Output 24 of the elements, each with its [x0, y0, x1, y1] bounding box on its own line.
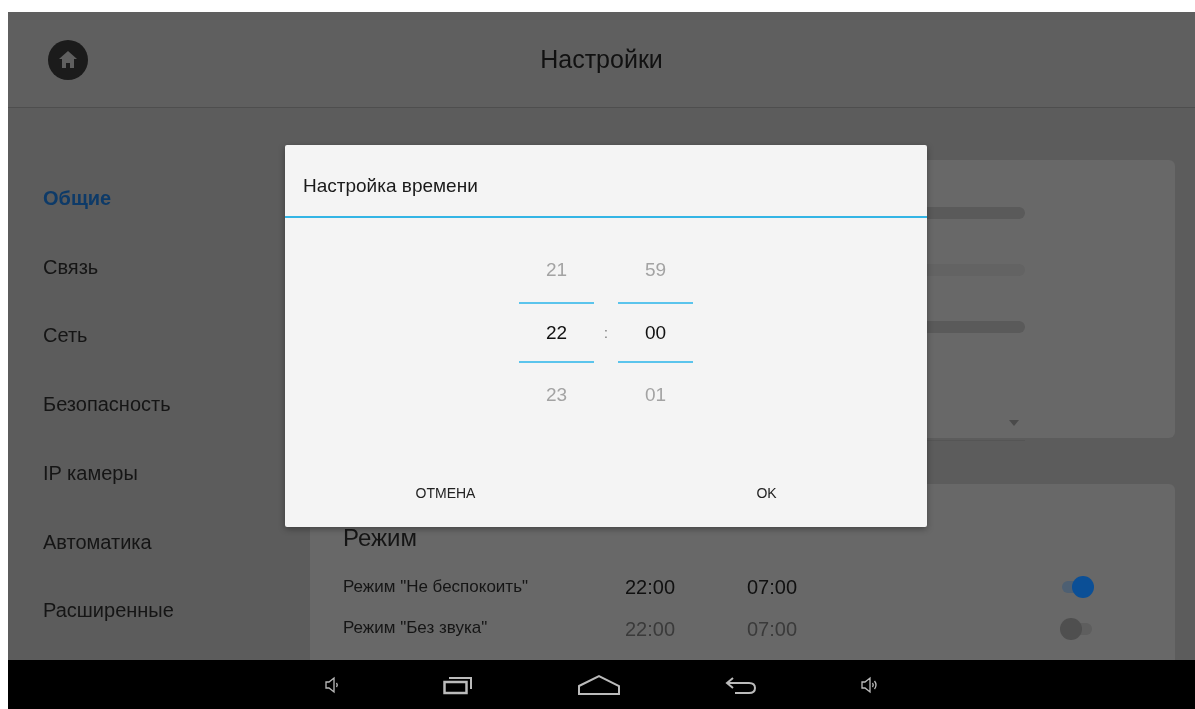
back-icon[interactable]: [724, 674, 757, 695]
minute-field[interactable]: 00: [618, 302, 693, 363]
picker-value[interactable]: 59: [618, 238, 693, 302]
start-time[interactable]: 22:00: [625, 575, 747, 599]
hour-field[interactable]: 22: [519, 302, 594, 363]
volume-up-icon[interactable]: [860, 675, 879, 694]
dialog-title: Настройка времени: [285, 145, 927, 218]
picker-value[interactable]: 23: [519, 363, 594, 427]
caret-icon: [1009, 419, 1019, 426]
toggle-switch[interactable]: [1060, 576, 1094, 598]
toggle-switch[interactable]: [1060, 618, 1094, 640]
end-time[interactable]: 07:00: [747, 575, 869, 599]
picker-value[interactable]: 21: [519, 238, 594, 302]
mode-label: Режим "Не беспокоить": [343, 577, 530, 597]
home-icon[interactable]: [576, 673, 621, 696]
recent-apps-icon[interactable]: [442, 674, 473, 695]
volume-down-icon[interactable]: [324, 675, 339, 694]
mode-label: Режим "Без звука": [343, 618, 489, 638]
sidebar-item[interactable]: Расширенные: [8, 591, 310, 660]
picker-value[interactable]: 01: [618, 363, 693, 427]
page-title: Настройки: [540, 45, 663, 74]
time-separator: :: [603, 324, 609, 341]
card-title: Режим: [343, 524, 418, 552]
ok-button[interactable]: OK: [606, 471, 927, 527]
